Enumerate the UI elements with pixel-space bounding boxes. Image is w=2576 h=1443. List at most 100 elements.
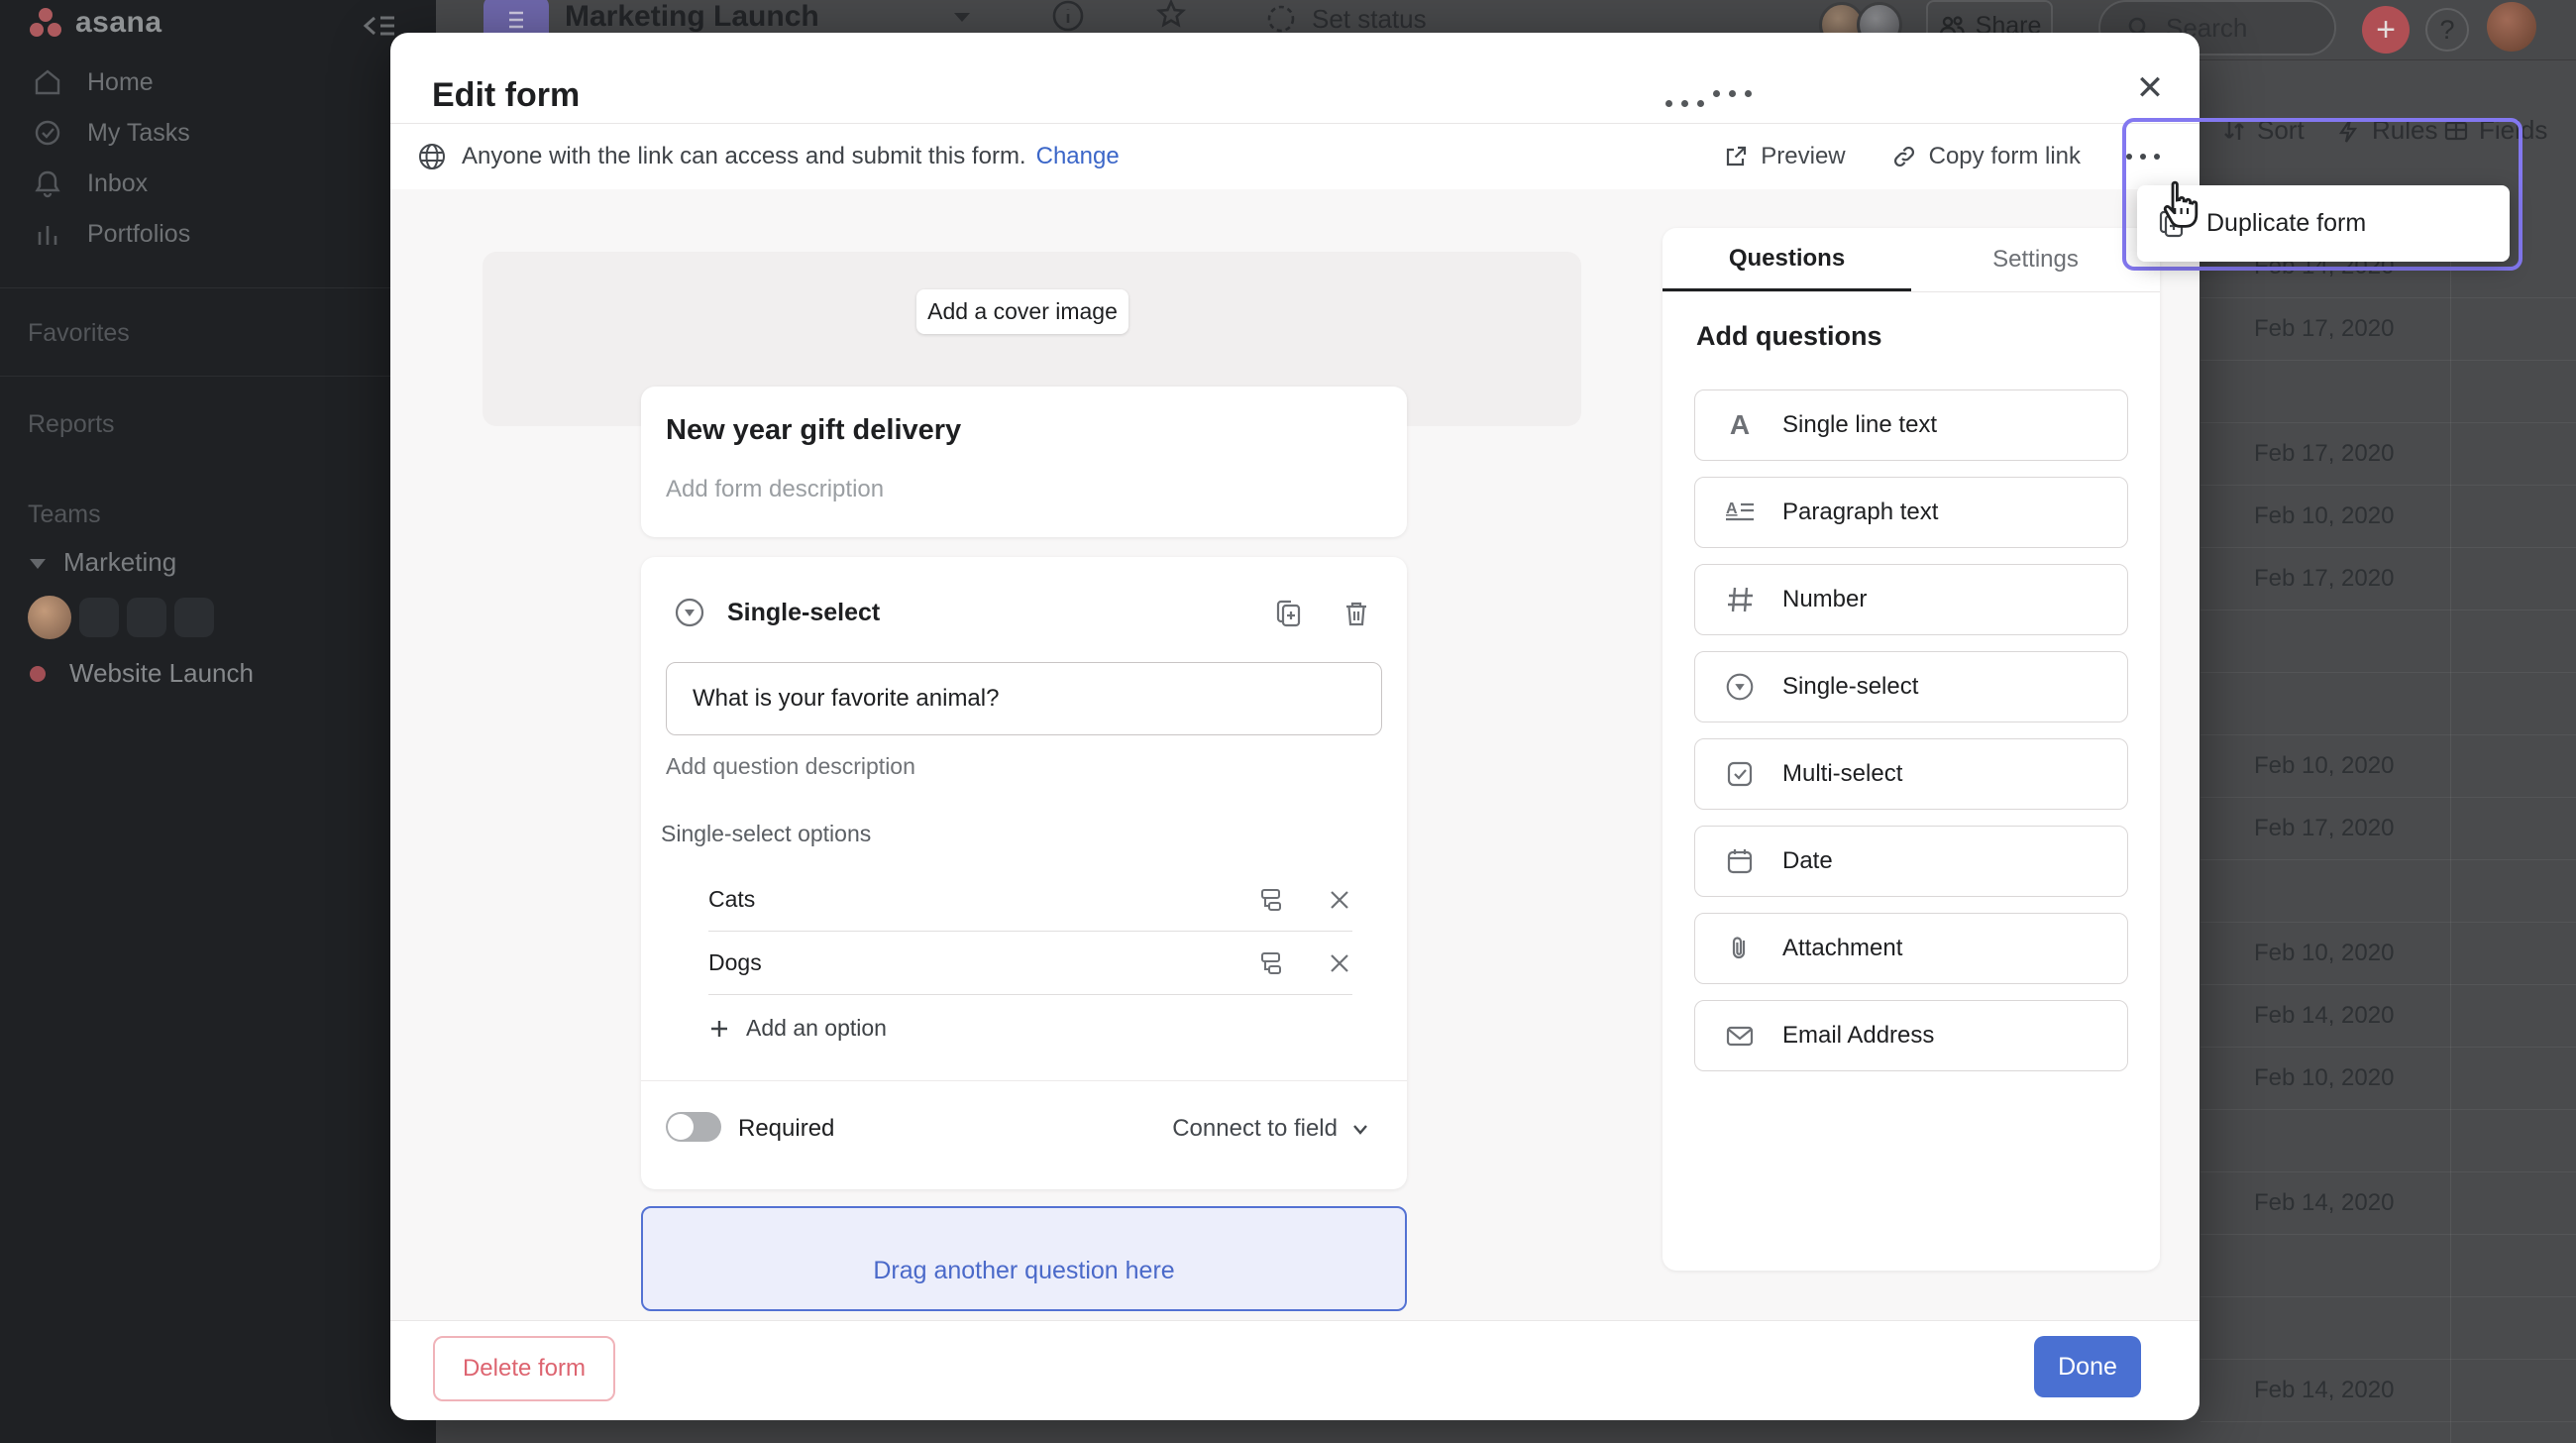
user-avatar[interactable] xyxy=(2487,2,2536,52)
sidebar-item-inbox[interactable]: Inbox xyxy=(0,159,436,208)
sidebar: asana Home My Tasks Inbox Portfolios Fav… xyxy=(0,0,436,1443)
add-cover-image-label: Add a cover image xyxy=(927,298,1118,325)
panel-tabs: Questions Settings xyxy=(1663,228,2160,292)
check-circle-icon xyxy=(32,117,63,149)
table-row: Feb 10, 2020 xyxy=(2200,923,2576,985)
due-date-cell: Feb 10, 2020 xyxy=(2254,940,2394,967)
due-date-cell: Feb 10, 2020 xyxy=(2254,752,2394,780)
overflow-dots-icon[interactable] xyxy=(1713,90,1752,97)
create-button[interactable]: + xyxy=(2362,6,2410,54)
add-questions-heading: Add questions xyxy=(1696,321,1882,352)
table-row: Feb 17, 2020 xyxy=(2200,798,2576,860)
sidebar-section-reports[interactable]: Reports xyxy=(28,410,115,439)
table-row: Feb 17, 2020 xyxy=(2200,298,2576,361)
delete-question-icon[interactable] xyxy=(1340,597,1373,630)
add-single-line-text-button[interactable]: A Single line text xyxy=(1694,389,2128,461)
question-description-placeholder[interactable]: Add question description xyxy=(666,753,915,780)
add-cover-image-button[interactable]: Add a cover image xyxy=(916,289,1128,334)
globe-icon xyxy=(416,141,448,172)
duplicate-question-icon[interactable] xyxy=(1272,597,1306,630)
table-row: Feb 14, 2020 xyxy=(2200,1360,2576,1422)
svg-text:A: A xyxy=(1726,500,1738,517)
star-icon[interactable] xyxy=(1151,0,1191,34)
sidebar-item-label: Portfolios xyxy=(87,220,190,249)
question-type-button-label: Email Address xyxy=(1782,1022,1934,1050)
paragraph-text-icon: A xyxy=(1723,496,1757,529)
table-row xyxy=(2200,1235,2576,1297)
asana-logo-icon xyxy=(26,3,65,43)
sidebar-item-portfolios[interactable]: Portfolios xyxy=(0,209,436,259)
delete-form-label: Delete form xyxy=(463,1355,586,1383)
option-row-cats[interactable]: Cats xyxy=(708,868,1352,932)
table-row xyxy=(2200,860,2576,923)
delete-form-button[interactable]: Delete form xyxy=(433,1336,615,1401)
avatar[interactable] xyxy=(28,596,71,639)
add-option-button[interactable]: Add an option xyxy=(708,1015,887,1042)
sidebar-project-website-launch[interactable]: Website Launch xyxy=(30,658,254,689)
sidebar-item-my-tasks[interactable]: My Tasks xyxy=(0,108,436,158)
add-number-button[interactable]: Number xyxy=(1694,564,2128,635)
branch-option-icon[interactable] xyxy=(1255,885,1285,915)
table-row: Feb 17, 2020 xyxy=(2200,548,2576,610)
modal-infobar: Anyone with the link can access and subm… xyxy=(390,124,2200,189)
add-email-address-button[interactable]: Email Address xyxy=(1694,1000,2128,1071)
form-title[interactable]: New year gift delivery xyxy=(666,414,961,447)
remove-option-icon[interactable] xyxy=(1327,950,1352,976)
info-icon[interactable] xyxy=(1048,0,1088,34)
help-button[interactable]: ? xyxy=(2425,8,2469,52)
required-toggle[interactable] xyxy=(666,1112,721,1142)
table-row: Feb 14, 2020 xyxy=(2200,985,2576,1048)
bell-icon xyxy=(32,167,63,199)
close-icon[interactable]: ✕ xyxy=(2126,64,2174,112)
tab-questions[interactable]: Questions xyxy=(1663,228,1911,291)
avatar-placeholder xyxy=(174,598,214,637)
branch-option-icon[interactable] xyxy=(1255,948,1285,978)
copy-form-link-button[interactable]: Copy form link xyxy=(1891,143,2081,170)
set-status-button[interactable]: Set status xyxy=(1264,2,1427,36)
connect-to-field-dropdown[interactable]: Connect to field xyxy=(1172,1115,1371,1143)
modal-footer: Delete form Done xyxy=(390,1320,2200,1420)
connect-to-field-label: Connect to field xyxy=(1172,1115,1338,1143)
add-attachment-button[interactable]: Attachment xyxy=(1694,913,2128,984)
single-select-icon xyxy=(1723,670,1757,704)
option-label: Dogs xyxy=(708,949,762,976)
single-line-text-icon: A xyxy=(1723,408,1757,442)
drag-question-dropzone[interactable]: Drag another question here xyxy=(641,1206,1407,1311)
question-text-input[interactable] xyxy=(666,662,1382,735)
caret-down-icon xyxy=(28,555,48,571)
drag-handle-dots-icon[interactable] xyxy=(1665,100,1704,107)
change-access-link[interactable]: Change xyxy=(1036,143,1120,170)
question-type-button-label: Single line text xyxy=(1782,411,1937,439)
sidebar-item-home[interactable]: Home xyxy=(0,57,436,107)
sidebar-team-marketing[interactable]: Marketing xyxy=(28,547,176,578)
external-link-icon xyxy=(1723,144,1749,169)
question-type-button-label: Multi-select xyxy=(1782,760,1902,788)
email-icon xyxy=(1723,1019,1757,1053)
preview-button[interactable]: Preview xyxy=(1723,143,1845,170)
add-single-select-button[interactable]: Single-select xyxy=(1694,651,2128,722)
drag-hint-label: Drag another question here xyxy=(873,1257,1174,1285)
table-row xyxy=(2200,610,2576,673)
form-description-placeholder[interactable]: Add form description xyxy=(666,476,884,503)
sidebar-section-favorites[interactable]: Favorites xyxy=(28,319,130,348)
add-paragraph-text-button[interactable]: A Paragraph text xyxy=(1694,477,2128,548)
number-icon xyxy=(1723,583,1757,616)
caret-down-icon[interactable] xyxy=(951,8,973,26)
due-date-cell: Feb 17, 2020 xyxy=(2254,815,2394,842)
table-row xyxy=(2200,1297,2576,1360)
single-select-icon xyxy=(672,595,707,630)
option-row-dogs[interactable]: Dogs xyxy=(708,932,1352,995)
remove-option-icon[interactable] xyxy=(1327,887,1352,913)
add-multi-select-button[interactable]: Multi-select xyxy=(1694,738,2128,810)
table-row xyxy=(2200,361,2576,423)
done-button[interactable]: Done xyxy=(2034,1336,2141,1397)
table-row xyxy=(2200,673,2576,735)
attachment-icon xyxy=(1723,932,1757,965)
add-date-button[interactable]: Date xyxy=(1694,826,2128,897)
app-root: asana Home My Tasks Inbox Portfolios Fav… xyxy=(0,0,2576,1443)
due-date-cell: Feb 17, 2020 xyxy=(2254,440,2394,468)
due-date-cell: Feb 14, 2020 xyxy=(2254,1189,2394,1217)
question-type-button-label: Paragraph text xyxy=(1782,499,1938,526)
preview-label: Preview xyxy=(1761,143,1845,170)
due-date-cell: Feb 14, 2020 xyxy=(2254,1377,2394,1404)
